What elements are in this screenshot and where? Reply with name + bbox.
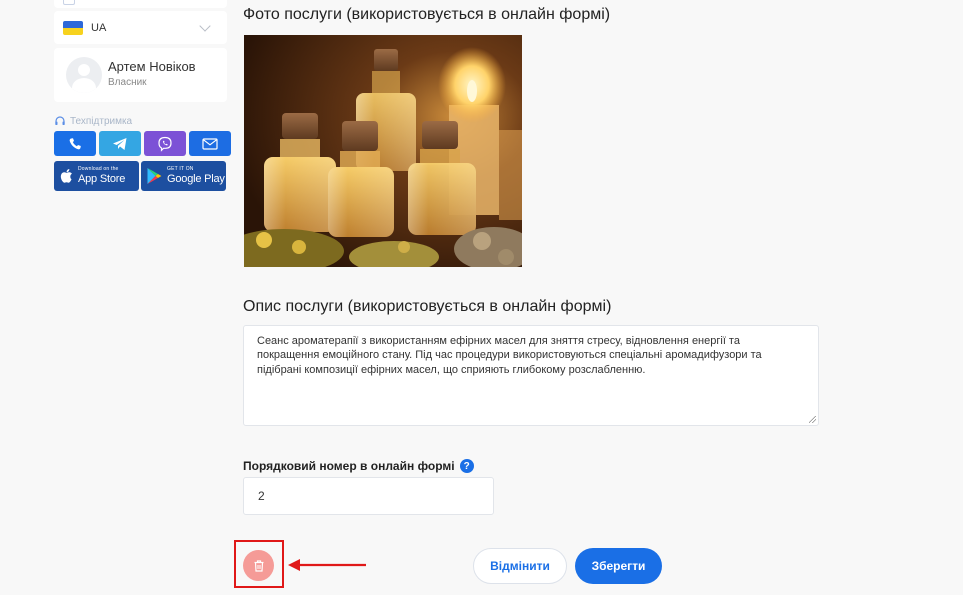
app-store-caption: Download on the bbox=[78, 166, 119, 172]
service-photo[interactable] bbox=[244, 35, 522, 267]
save-button[interactable]: Зберегти bbox=[575, 548, 662, 584]
sidebar-top-icon bbox=[63, 0, 75, 5]
chevron-down-icon bbox=[199, 20, 211, 32]
photo-section-title: Фото послуги (використовується в онлайн … bbox=[243, 6, 611, 23]
language-select[interactable]: UA bbox=[54, 11, 227, 44]
app-store-links: Download on the App Store GET IT ON Goog… bbox=[54, 161, 226, 191]
support-label: Техпідтримка bbox=[54, 114, 132, 128]
order-number-label: Порядковий номер в онлайн формі ? bbox=[243, 459, 474, 473]
annotation-arrow bbox=[288, 559, 366, 571]
mail-button[interactable] bbox=[189, 131, 231, 156]
user-name: Артем Новіков bbox=[108, 59, 196, 74]
resize-handle[interactable] bbox=[809, 416, 816, 423]
trash-icon bbox=[254, 559, 263, 572]
cancel-button[interactable]: Відмінити bbox=[473, 548, 567, 584]
headset-icon bbox=[55, 116, 65, 125]
telegram-button[interactable] bbox=[99, 131, 141, 156]
telegram-icon bbox=[113, 137, 127, 150]
description-section-title: Опис послуги (використовується в онлайн … bbox=[243, 298, 612, 315]
avatar bbox=[66, 57, 102, 93]
support-label-text: Техпідтримка bbox=[70, 115, 133, 127]
ukraine-flag-icon bbox=[63, 20, 83, 35]
google-play-button[interactable]: GET IT ON Google Play bbox=[141, 161, 226, 191]
order-number-value: 2 bbox=[258, 489, 265, 503]
essential-oils-image bbox=[244, 35, 522, 267]
mail-icon bbox=[202, 137, 218, 150]
user-card[interactable]: Артем Новіков Власник bbox=[54, 48, 227, 102]
phone-icon bbox=[69, 137, 81, 149]
google-play-label: Google Play bbox=[167, 173, 225, 185]
viber-button[interactable] bbox=[144, 131, 186, 156]
description-textarea[interactable]: Сеанс ароматерапії з використанням ефірн… bbox=[243, 325, 819, 426]
support-contacts bbox=[54, 131, 231, 156]
help-icon[interactable]: ? bbox=[459, 459, 474, 473]
user-role: Власник bbox=[108, 77, 147, 88]
google-play-icon bbox=[147, 168, 162, 184]
app-store-button[interactable]: Download on the App Store bbox=[54, 161, 139, 191]
description-text: Сеанс ароматерапії з використанням ефірн… bbox=[257, 335, 762, 376]
order-number-label-text: Порядковий номер в онлайн формі bbox=[243, 459, 455, 473]
delete-button[interactable] bbox=[243, 550, 274, 581]
sidebar-top-item bbox=[54, 0, 227, 8]
apple-icon bbox=[60, 169, 72, 183]
app-store-label: App Store bbox=[78, 173, 126, 185]
viber-icon bbox=[158, 136, 172, 152]
order-number-input[interactable]: 2 bbox=[243, 477, 494, 515]
google-play-caption: GET IT ON bbox=[167, 166, 194, 172]
language-code: UA bbox=[91, 21, 107, 34]
phone-button[interactable] bbox=[54, 131, 96, 156]
